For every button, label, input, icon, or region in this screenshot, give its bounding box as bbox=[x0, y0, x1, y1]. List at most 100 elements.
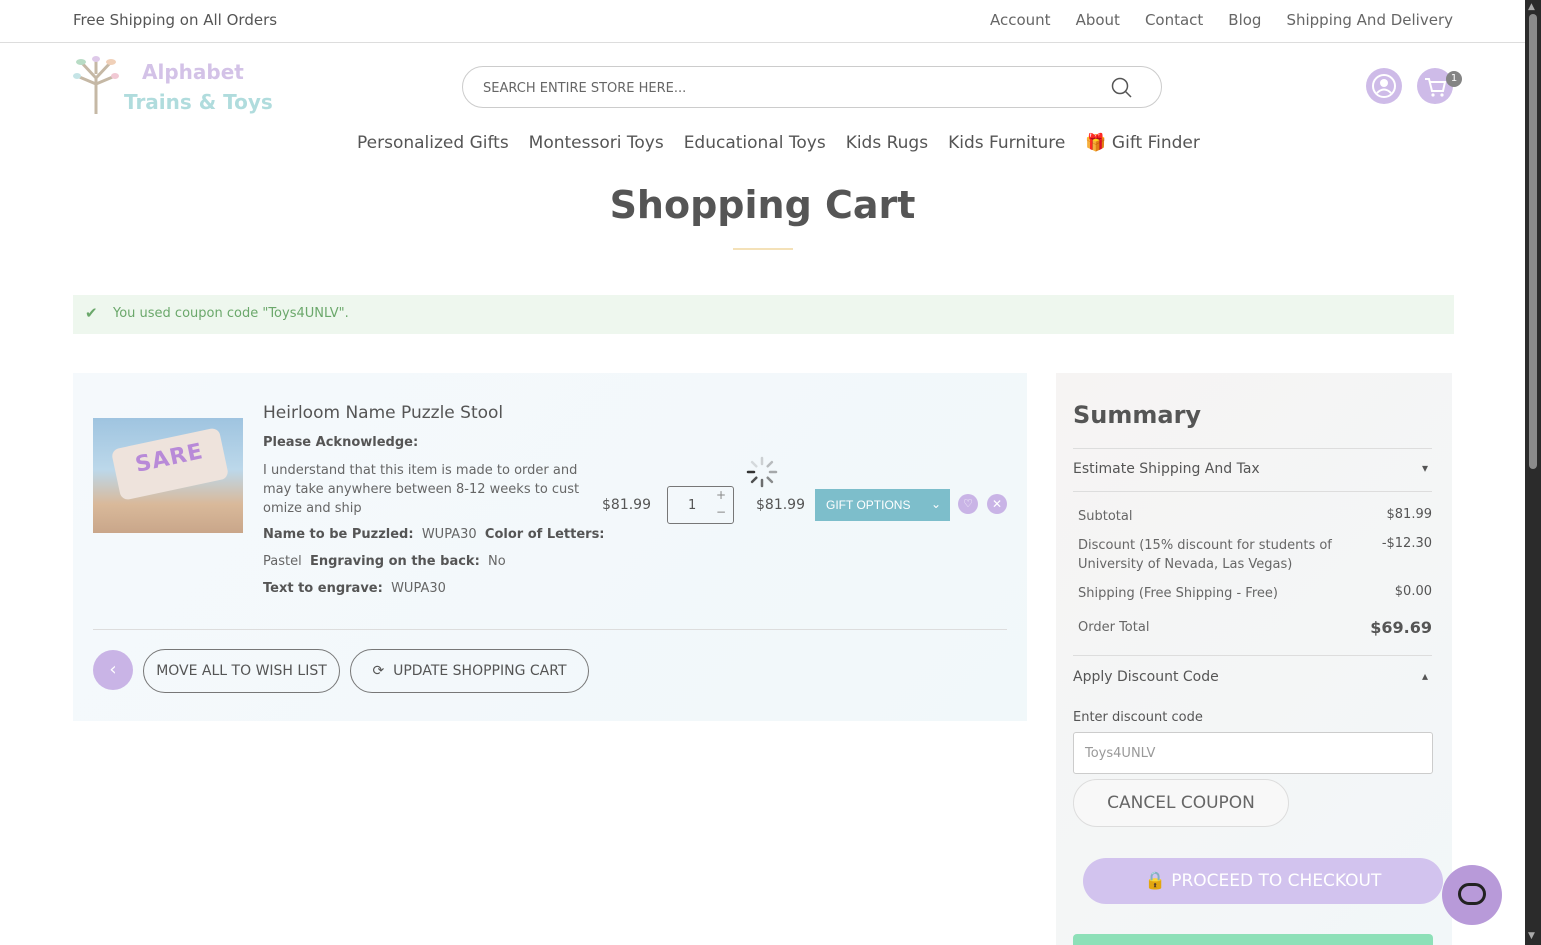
gift-options-label: GIFT OPTIONS bbox=[826, 498, 911, 512]
discount-label: Discount (15% discount for students of U… bbox=[1078, 538, 1332, 572]
scroll-up-arrow-icon[interactable]: ▲ bbox=[1528, 2, 1535, 12]
success-message-text: You used coupon code "Toys4UNLV". bbox=[113, 306, 349, 321]
continue-shopping-button[interactable]: ‹ bbox=[93, 650, 133, 690]
main-nav: Personalized Gifts Montessori Toys Educa… bbox=[357, 133, 1200, 153]
quantity-value[interactable]: 1 bbox=[688, 498, 696, 513]
chevron-up-icon: ▴ bbox=[1421, 669, 1428, 683]
nav-kids-rugs[interactable]: Kids Rugs bbox=[846, 133, 928, 153]
nav-personalized-gifts[interactable]: Personalized Gifts bbox=[357, 133, 509, 153]
summary-title: Summary bbox=[1073, 401, 1202, 429]
discount-code-field[interactable]: Toys4UNLV bbox=[1073, 732, 1433, 774]
cart-count-badge: 1 bbox=[1446, 71, 1462, 87]
product-name[interactable]: Heirloom Name Puzzle Stool bbox=[263, 403, 503, 423]
option-color-value: Pastel bbox=[263, 554, 302, 569]
chevron-down-icon: ▾ bbox=[1421, 461, 1428, 475]
proceed-to-checkout-button[interactable]: 🔒 PROCEED TO CHECKOUT bbox=[1083, 858, 1443, 904]
top-links: Account About Contact Blog Shipping And … bbox=[990, 11, 1453, 29]
product-image[interactable]: SARE bbox=[93, 418, 243, 533]
item-price: $81.99 bbox=[602, 497, 651, 513]
acknowledge-label: Please Acknowledge: bbox=[263, 435, 419, 450]
success-message: ✔ You used coupon code "Toys4UNLV". bbox=[73, 295, 1454, 334]
option-line-1: Name to be Puzzled: WUPA30 Color of Lett… bbox=[263, 527, 605, 542]
gift-options-button[interactable]: GIFT OPTIONS ⌄ bbox=[815, 489, 950, 521]
option-name-value: WUPA30 bbox=[421, 527, 477, 542]
tree-logo-icon bbox=[73, 56, 119, 114]
quantity-stepper[interactable]: 1 + − bbox=[667, 486, 734, 524]
chevron-left-icon: ‹ bbox=[109, 659, 117, 680]
move-all-to-wishlist-button[interactable]: MOVE ALL TO WISH LIST bbox=[143, 649, 340, 693]
subtotal-value: $81.99 bbox=[1386, 507, 1433, 522]
page-scrollbar[interactable]: ▲ ▼ bbox=[1525, 0, 1541, 945]
search-icon[interactable] bbox=[1111, 77, 1133, 99]
cart-items-panel: SARE Heirloom Name Puzzle Stool Please A… bbox=[73, 373, 1027, 721]
discount-code-value: Toys4UNLV bbox=[1085, 746, 1156, 761]
apply-discount-label: Apply Discount Code bbox=[1073, 669, 1219, 685]
chevron-down-icon: ⌄ bbox=[930, 497, 941, 511]
summary-divider bbox=[1073, 448, 1432, 449]
quantity-decrement[interactable]: − bbox=[716, 505, 726, 519]
update-cart-button[interactable]: ⟳ UPDATE SHOPPING CART bbox=[350, 649, 589, 693]
nav-kids-furniture[interactable]: Kids Furniture bbox=[948, 133, 1065, 153]
search-bar bbox=[462, 66, 1162, 108]
remove-item-icon[interactable]: ✕ bbox=[987, 494, 1007, 514]
user-icon bbox=[1372, 74, 1396, 98]
logo-line2: Trains & Toys bbox=[124, 90, 273, 114]
nav-gift-finder-label: Gift Finder bbox=[1111, 133, 1200, 153]
order-total-label: Order Total bbox=[1078, 620, 1150, 635]
scrollbar-thumb[interactable] bbox=[1529, 14, 1537, 469]
shipping-label: Shipping (Free Shipping - Free) bbox=[1078, 586, 1278, 601]
option-color-label: Color of Letters: bbox=[484, 527, 605, 542]
page-title: Shopping Cart bbox=[609, 183, 916, 227]
order-total-value: $69.69 bbox=[1370, 618, 1432, 637]
top-bar: Free Shipping on All Orders Account Abou… bbox=[0, 0, 1525, 43]
option-engrave-label: Engraving on the back: bbox=[309, 554, 480, 569]
top-link-blog[interactable]: Blog bbox=[1228, 11, 1261, 29]
move-to-wishlist-icon[interactable]: ♡ bbox=[958, 494, 978, 514]
option-text-label: Text to engrave: bbox=[263, 581, 383, 596]
free-shipping-text: Free Shipping on All Orders bbox=[73, 11, 278, 29]
update-cart-label: UPDATE SHOPPING CART bbox=[393, 663, 567, 679]
option-engrave-value: No bbox=[488, 554, 506, 569]
order-summary: Summary Estimate Shipping And Tax ▾ Subt… bbox=[1056, 373, 1452, 945]
search-input[interactable] bbox=[483, 77, 1083, 99]
top-link-shipping[interactable]: Shipping And Delivery bbox=[1286, 11, 1453, 29]
estimate-shipping-label: Estimate Shipping And Tax bbox=[1073, 461, 1260, 477]
nav-educational-toys[interactable]: Educational Toys bbox=[684, 133, 826, 153]
site-logo[interactable]: Alphabet Trains & Toys bbox=[73, 56, 273, 118]
cancel-coupon-button[interactable]: CANCEL COUPON bbox=[1073, 779, 1289, 827]
discount-code-label: Enter discount code bbox=[1073, 710, 1203, 725]
chat-widget-button[interactable] bbox=[1442, 865, 1502, 925]
title-underline bbox=[733, 248, 793, 250]
option-name-label: Name to be Puzzled: bbox=[263, 527, 414, 542]
chat-bubble-icon bbox=[1458, 883, 1486, 905]
option-line-2: Pastel Engraving on the back: No bbox=[263, 554, 506, 569]
minicart-button[interactable]: 1 bbox=[1417, 68, 1462, 104]
subtotal-label: Subtotal bbox=[1078, 509, 1133, 524]
quantity-increment[interactable]: + bbox=[716, 488, 726, 502]
item-subtotal: $81.99 bbox=[756, 497, 805, 513]
refresh-icon: ⟳ bbox=[372, 663, 385, 679]
shipping-value: $0.00 bbox=[1394, 584, 1432, 599]
estimate-shipping-toggle[interactable]: Estimate Shipping And Tax ▾ bbox=[1073, 461, 1432, 477]
cart-divider bbox=[93, 629, 1007, 630]
discount-value: -$12.30 bbox=[1381, 536, 1432, 551]
nav-montessori-toys[interactable]: Montessori Toys bbox=[529, 133, 664, 153]
scroll-down-arrow-icon[interactable]: ▼ bbox=[1528, 931, 1535, 941]
checkout-label: PROCEED TO CHECKOUT bbox=[1171, 871, 1382, 891]
acknowledge-text: I understand that this item is made to o… bbox=[263, 463, 580, 516]
summary-divider bbox=[1073, 491, 1432, 492]
top-link-account[interactable]: Account bbox=[990, 11, 1051, 29]
top-link-about[interactable]: About bbox=[1076, 11, 1120, 29]
loading-spinner-icon bbox=[746, 456, 778, 488]
option-line-3: Text to engrave: WUPA30 bbox=[263, 581, 446, 596]
gift-icon: 🎁 bbox=[1085, 133, 1107, 153]
nav-gift-finder[interactable]: 🎁 Gift Finder bbox=[1085, 133, 1200, 153]
apply-discount-toggle[interactable]: Apply Discount Code ▴ bbox=[1073, 669, 1432, 685]
check-icon: ✔ bbox=[85, 304, 98, 322]
lock-icon: 🔒 bbox=[1144, 871, 1166, 891]
top-link-contact[interactable]: Contact bbox=[1145, 11, 1203, 29]
summary-divider bbox=[1073, 655, 1432, 656]
alt-checkout-button[interactable] bbox=[1073, 934, 1433, 945]
logo-line1: Alphabet bbox=[142, 60, 244, 84]
account-button[interactable] bbox=[1366, 68, 1402, 104]
